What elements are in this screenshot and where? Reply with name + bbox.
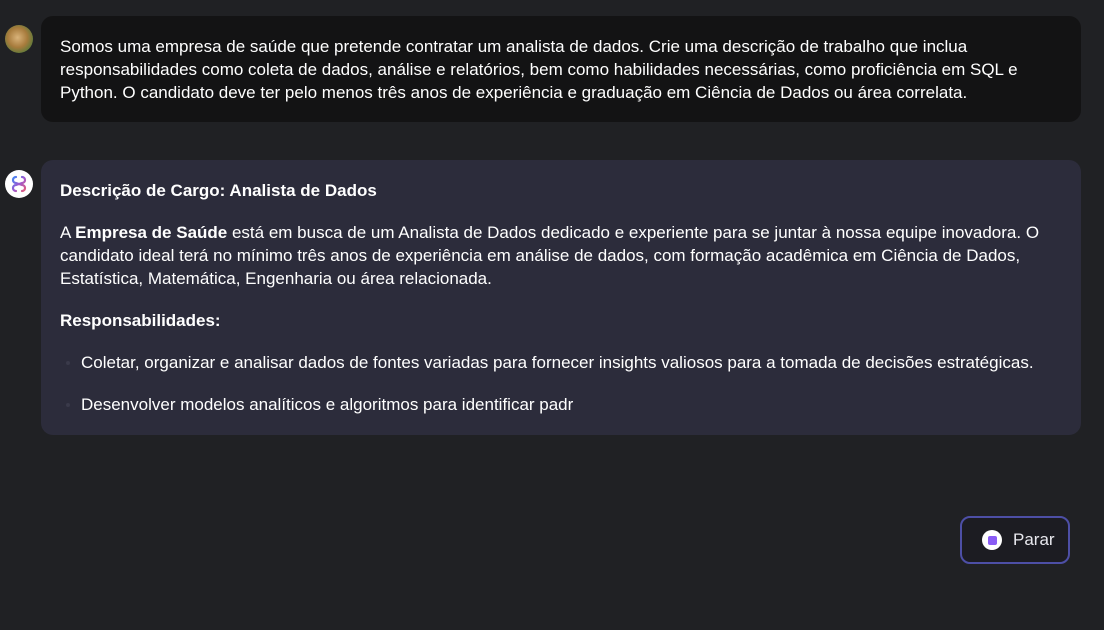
intro-prefix: A: [60, 223, 76, 242]
user-avatar: [5, 25, 33, 53]
responsibilities-heading: Responsabilidades:: [60, 311, 221, 330]
assistant-message-bubble: Descrição de Cargo: Analista de Dados A …: [41, 160, 1081, 435]
assistant-logo-icon: [5, 170, 33, 198]
responsibilities-list: Coletar, organizar e analisar dados de f…: [60, 351, 1061, 416]
chat-page: Somos uma empresa de saúde que pretende …: [0, 0, 1104, 630]
assistant-logo-glyph: [11, 175, 27, 193]
job-intro: A Empresa de Saúde está em busca de um A…: [60, 221, 1061, 290]
stop-button-label: Parar: [1013, 530, 1055, 549]
user-message-bubble: Somos uma empresa de saúde que pretende …: [41, 16, 1081, 122]
stop-button[interactable]: Parar: [960, 516, 1070, 564]
job-title: Descrição de Cargo: Analista de Dados: [60, 181, 377, 200]
list-item: Coletar, organizar e analisar dados de f…: [60, 351, 1061, 374]
list-item: Desenvolver modelos analíticos e algorit…: [60, 393, 1061, 416]
user-message-text: Somos uma empresa de saúde que pretende …: [60, 37, 1018, 102]
stop-icon: [982, 530, 1002, 550]
intro-company: Empresa de Saúde: [75, 223, 228, 242]
